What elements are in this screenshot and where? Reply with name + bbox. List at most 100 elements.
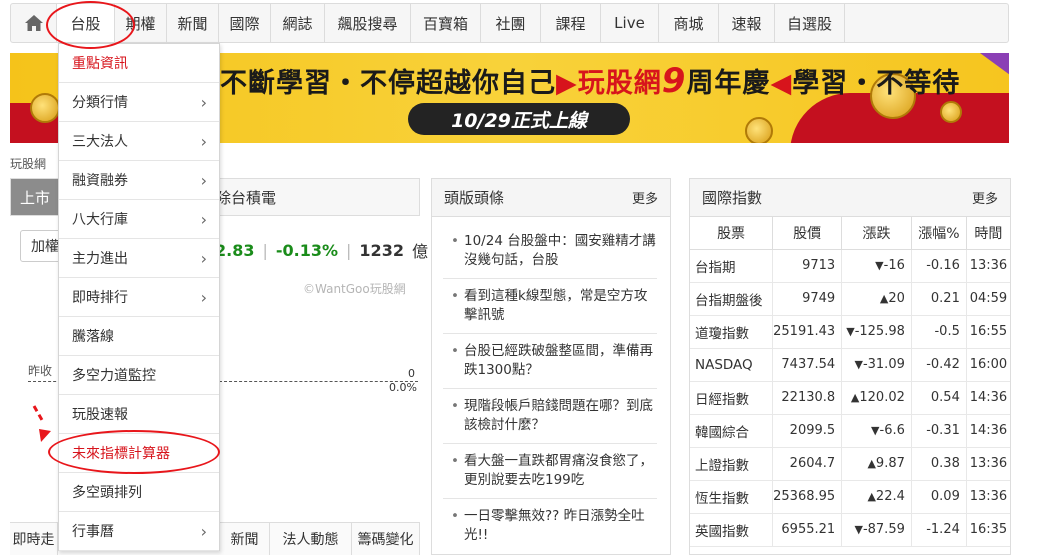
index-more-link[interactable]: 更多 [972, 188, 998, 207]
chevron-right-icon: › [200, 209, 207, 229]
tab-institutional[interactable]: 法人動態 [270, 523, 352, 555]
dropdown-item[interactable]: 三大法人 › [59, 122, 219, 161]
dropdown-item[interactable]: 重點資訊 [59, 44, 219, 83]
index-time: 04:59 [966, 282, 1010, 316]
news-title: 頭版頭條 [444, 189, 505, 207]
index-time: 13:36 [966, 447, 1010, 481]
dropdown-item-label: 融資融券 [72, 173, 128, 189]
index-price-text: 25191.43 [773, 324, 836, 339]
dropdown-item[interactable]: 多空力道監控 [59, 356, 219, 395]
table-row[interactable]: NASDAQ 7437.54 -31.09 -0.42 16:00 [690, 348, 1010, 382]
index-change-text: -31.09 [862, 357, 905, 372]
index-price-text: 22130.8 [781, 390, 836, 405]
news-item[interactable]: 一日零擊無效?? 昨日漲勢全吐光!! [443, 507, 657, 553]
nav-item-express[interactable]: 速報 [719, 4, 775, 42]
slogan-anniversary: 周年慶 [686, 68, 771, 99]
quote-change-pct: -0.13% [275, 240, 339, 260]
news-item[interactable]: 10/24 台股盤中：國安雞精才講沒幾句話，台股 [443, 232, 657, 279]
index-price: 7437.54 [772, 348, 843, 382]
axis-zero-value: 0 [408, 367, 415, 380]
table-row[interactable]: 台指期 9713 -16 -0.16 13:36 [690, 249, 1010, 283]
dropdown-item-label: 玩股速報 [72, 407, 128, 423]
tab-exclude-tsmc[interactable]: 除台積電 [216, 179, 276, 215]
index-pct: 0.54 [911, 381, 967, 415]
slogan-text: 不斷學習・不停超越你自己 [220, 68, 556, 99]
table-row[interactable]: 上證指數 2604.7 9.87 0.38 13:36 [690, 447, 1010, 481]
banner-decoration [980, 53, 1009, 75]
index-name[interactable]: NASDAQ [690, 348, 774, 382]
banner-slogan: 不斷學習・不停超越你自己▶玩股網9周年慶◀學習・不等待 [220, 61, 960, 101]
nav-item-toolbox[interactable]: 百寶箱 [411, 4, 481, 42]
table-row[interactable]: 韓國綜合 2099.5 -6.6 -0.31 14:36 [690, 414, 1010, 448]
nav-item-international[interactable]: 國際 [219, 4, 271, 42]
nav-item-options[interactable]: 期權 [115, 4, 167, 42]
tab-chips[interactable]: 籌碼變化 [352, 523, 420, 555]
index-change-text: -87.59 [862, 522, 905, 537]
dropdown-item-label: 分類行情 [72, 95, 128, 111]
red-arrow-icon [32, 405, 51, 442]
col-pct: 漲幅% [911, 217, 967, 250]
index-price: 9749 [772, 282, 843, 316]
dropdown-item[interactable]: 行事曆 › [59, 512, 219, 551]
index-change-text: -16 [883, 258, 905, 273]
table-row[interactable]: 道瓊指數 25191.43 -125.98 -0.5 16:55 [690, 315, 1010, 349]
index-change: 22.4 [841, 480, 912, 514]
index-change-text: 120.02 [859, 390, 905, 405]
news-item[interactable]: 看大盤一直跌都胃痛沒食慾了，更別說要去吃199吃 [443, 452, 657, 499]
tab-realtime[interactable]: 即時走 [10, 523, 58, 555]
dropdown-item-label: 重點資訊 [72, 56, 128, 72]
news-more-link[interactable]: 更多 [632, 188, 658, 207]
index-name[interactable]: 台指期 [690, 249, 774, 283]
taigu-dropdown-menu: 重點資訊 分類行情 › 三大法人 › 融資融券 › 八大行庫 › 主力進出 › 即時排行 › 騰落線 多空力… [58, 43, 220, 551]
news-item[interactable]: 看到這種k線型態，常是空方攻擊訊號 [443, 287, 657, 334]
dropdown-item[interactable]: 玩股速報 [59, 395, 219, 434]
table-row[interactable]: 英國指數 6955.21 -87.59 -1.24 16:35 [690, 513, 1010, 547]
table-row[interactable]: 台指期盤後 9749 20 0.21 04:59 [690, 282, 1010, 316]
index-pct: -1.24 [911, 513, 967, 547]
divider: | [262, 240, 268, 260]
index-name[interactable]: 道瓊指數 [690, 315, 774, 349]
news-item[interactable]: 現階段帳戶賠錢問題在哪？到底該檢討什麼？ [443, 397, 657, 444]
index-name-text: 韓國綜合 [695, 424, 749, 441]
index-quote: 2.83 | -0.13% | 1232 億 [215, 238, 428, 262]
nav-item-news[interactable]: 新聞 [167, 4, 219, 42]
nav-item-live[interactable]: Live [601, 4, 659, 42]
dropdown-item[interactable]: 即時排行 › [59, 278, 219, 317]
index-change: 9.87 [841, 447, 912, 481]
tab-news[interactable]: 新聞 [220, 523, 270, 555]
index-name[interactable]: 上證指數 [690, 447, 774, 481]
chevron-right-icon: › [200, 248, 207, 268]
index-name[interactable]: 台指期盤後 [690, 282, 774, 316]
index-name[interactable]: 日經指數 [690, 381, 774, 415]
table-row[interactable]: 日經指數 22130.8 120.02 0.54 14:36 [690, 381, 1010, 415]
table-row[interactable]: 恆生指數 25368.95 22.4 0.09 13:36 [690, 480, 1010, 514]
tab-listed[interactable]: 上市 [11, 179, 59, 215]
nav-item-watchlist[interactable]: 自選股 [775, 4, 845, 42]
dropdown-item[interactable]: 未來指標計算器 [59, 434, 219, 473]
breadcrumb[interactable]: 玩股網 [10, 155, 46, 172]
index-pct-text: -0.42 [926, 357, 960, 372]
nav-item-courses[interactable]: 課程 [541, 4, 601, 42]
home-button[interactable] [11, 4, 57, 42]
nav-item-mall[interactable]: 商城 [659, 4, 719, 42]
index-price: 2099.5 [772, 414, 843, 448]
nav-item-community[interactable]: 社團 [481, 4, 541, 42]
dropdown-item[interactable]: 八大行庫 › [59, 200, 219, 239]
index-time-text: 14:36 [969, 423, 1008, 438]
nav-item-blog[interactable]: 網誌 [271, 4, 325, 42]
dropdown-item[interactable]: 多空頭排列 [59, 473, 219, 512]
nav-item-stock-search[interactable]: 飆股搜尋 [325, 4, 411, 42]
dropdown-item[interactable]: 主力進出 › [59, 239, 219, 278]
coin-icon [940, 101, 962, 123]
news-item[interactable]: 台股已經跌破盤整區間，準備再跌1300點？ [443, 342, 657, 389]
dropdown-item-label: 多空力道監控 [72, 368, 156, 384]
dropdown-item[interactable]: 融資融券 › [59, 161, 219, 200]
dropdown-item[interactable]: 騰落線 [59, 317, 219, 356]
index-name[interactable]: 韓國綜合 [690, 414, 774, 448]
index-name[interactable]: 恆生指數 [690, 480, 774, 514]
dropdown-item[interactable]: 分類行情 › [59, 83, 219, 122]
nav-item-taigu[interactable]: 台股 [57, 4, 115, 42]
dropdown-item-label: 八大行庫 [72, 212, 128, 228]
international-index-panel: 國際指數 更多 股票 股價 漲跌 漲幅% 時間 台指期 9713 -16 -0.16 1… [689, 178, 1011, 555]
index-name[interactable]: 英國指數 [690, 513, 774, 547]
